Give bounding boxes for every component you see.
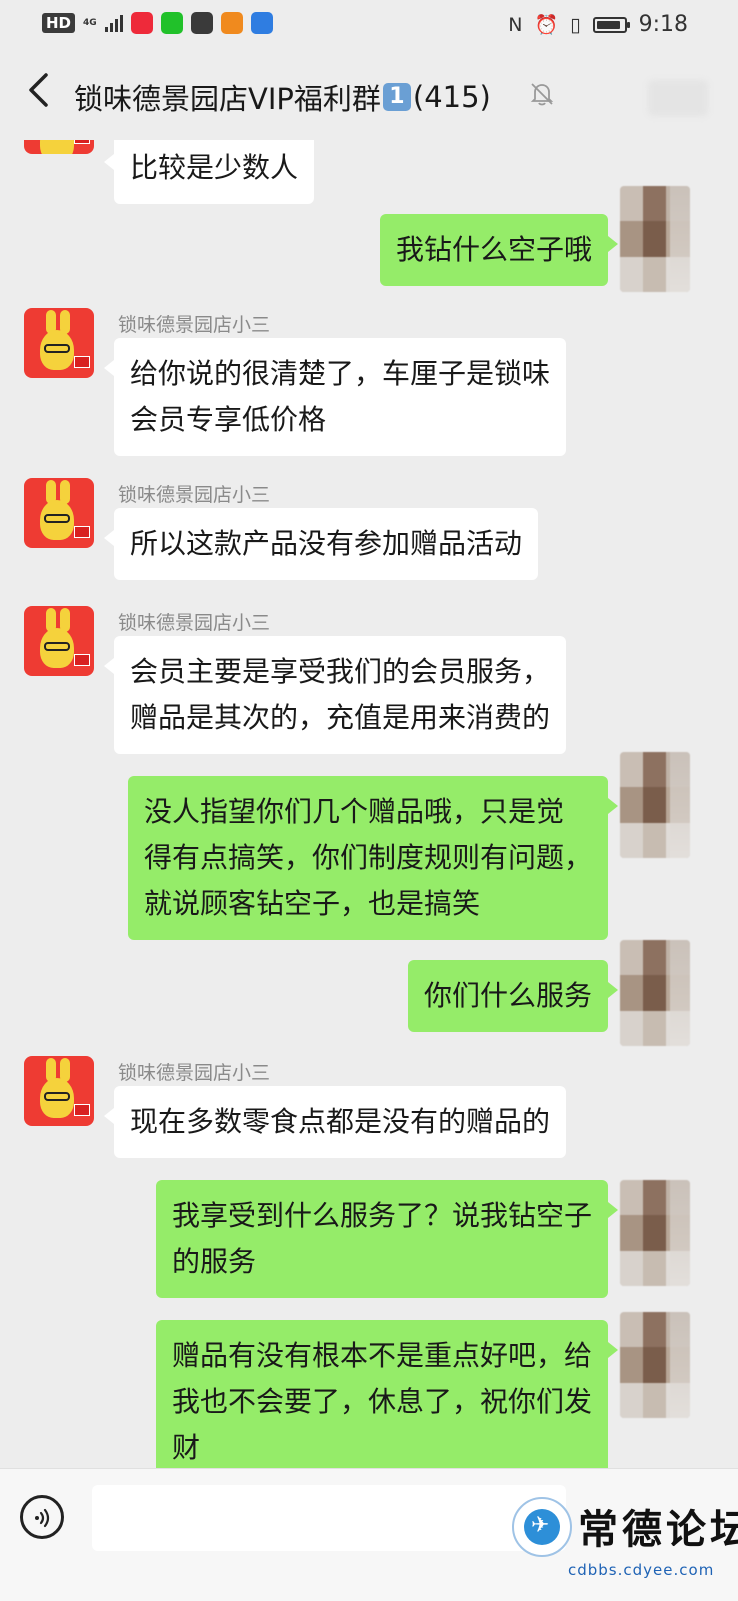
voice-button[interactable] <box>20 1495 64 1539</box>
more-button-blurred[interactable] <box>648 80 708 116</box>
message-line: 我也不会要了，休息了，祝你们发 <box>171 1385 592 1418</box>
watermark-url: cdbbs.cdyee.com <box>568 1561 715 1579</box>
sender-name: 锁味德景园店小三 <box>118 314 271 336</box>
alarm-icon: ⏰ <box>534 14 559 36</box>
message-line: 我享受到什么服务了？说我钻空子 <box>171 1199 592 1232</box>
message-line: 你们什么服务 <box>423 979 592 1012</box>
input-bar: 常德论坛 cdbbs.cdyee.com <box>0 1468 738 1601</box>
message-line: 的服务 <box>171 1245 256 1278</box>
message-line: 财 <box>171 1431 200 1464</box>
avatar[interactable] <box>24 308 94 378</box>
nfc-icon: N <box>508 13 523 36</box>
status-bar: HD 4G N ⏰ ▯ 9:18 <box>0 0 738 50</box>
self-avatar[interactable] <box>620 752 690 858</box>
app-notification-icon-0 <box>130 12 153 34</box>
mute-bell-icon <box>530 83 554 106</box>
member-count: (415) <box>412 80 491 114</box>
app-notification-icon-4 <box>250 12 273 34</box>
clock: 9:18 <box>638 12 688 37</box>
signal-icon <box>104 14 123 32</box>
message-incoming[interactable]: 给你说的很清楚了，车厘子是锁味 会员专享低价格 <box>103 338 567 456</box>
message-line: 现在多数零食点都是没有的赠品的 <box>130 1105 551 1138</box>
message-line: 我钻什么空子哦 <box>395 233 592 266</box>
chat-title[interactable]: 锁味德景园店VIP福利群 1 (415) <box>74 76 491 118</box>
avatar[interactable] <box>24 606 94 676</box>
message-line: 得有点搞笑，你们制度规则有问题， <box>143 841 592 874</box>
self-avatar[interactable] <box>620 186 690 292</box>
message-outgoing[interactable]: 我享受到什么服务了？说我钻空子 的服务 <box>155 1180 619 1298</box>
message-incoming[interactable]: 所以这款产品没有参加赠品活动 <box>103 508 539 580</box>
self-avatar[interactable] <box>620 1312 690 1418</box>
sender-name: 锁味德景园店小三 <box>118 612 271 634</box>
chat-area[interactable]: 比较是少数人 我钻什么空子哦 锁味德景园店小三 给你说的很清楚了，车厘子是锁味 … <box>0 140 738 1468</box>
message-line: 赠品有没有根本不是重点好吧，给 <box>171 1339 592 1372</box>
message-input[interactable] <box>92 1485 566 1551</box>
status-right: N ⏰ ▯ 9:18 <box>508 12 688 37</box>
back-button[interactable] <box>20 72 56 116</box>
message-line: 会员专享低价格 <box>130 403 327 436</box>
forum-watermark: 常德论坛 cdbbs.cdyee.com <box>512 1497 738 1587</box>
message-outgoing[interactable]: 我钻什么空子哦 <box>379 214 619 286</box>
avatar[interactable] <box>24 1056 94 1126</box>
message-outgoing[interactable]: 赠品有没有根本不是重点好吧，给 我也不会要了，休息了，祝你们发 财 <box>155 1320 619 1468</box>
vibrate-icon: ▯ <box>570 13 581 36</box>
message-line: 会员主要是享受我们的会员服务， <box>130 655 551 688</box>
group-name: 锁味德景园店VIP福利群 <box>74 82 381 116</box>
message-incoming[interactable]: 会员主要是享受我们的会员服务， 赠品是其次的，充值是用来消费的 <box>103 636 567 754</box>
status-left: HD 4G <box>42 12 273 34</box>
sender-name: 锁味德景园店小三 <box>118 484 271 506</box>
message-line: 给你说的很清楚了，车厘子是锁味 <box>130 357 551 390</box>
chat-header: 锁味德景园店VIP福利群 1 (415) <box>0 50 738 140</box>
watermark-title: 常德论坛 <box>578 1506 738 1553</box>
app-notification-icon-1 <box>160 12 183 34</box>
self-avatar[interactable] <box>620 940 690 1046</box>
sender-name: 锁味德景园店小三 <box>118 1062 271 1084</box>
message-line: 所以这款产品没有参加赠品活动 <box>130 527 523 560</box>
message-line: 没人指望你们几个赠品哦，只是觉 <box>143 795 564 828</box>
message-outgoing[interactable]: 你们什么服务 <box>407 960 619 1032</box>
message-outgoing[interactable]: 没人指望你们几个赠品哦，只是觉 得有点搞笑，你们制度规则有问题， 就说顾客钻空子… <box>127 776 619 940</box>
voice-icon <box>35 1508 50 1528</box>
message-incoming[interactable]: 比较是少数人 <box>103 140 315 204</box>
group-badge: 1 <box>382 83 411 111</box>
app-notification-icon-2 <box>190 12 213 34</box>
forum-logo-icon <box>512 1497 572 1557</box>
message-line: 比较是少数人 <box>130 151 299 184</box>
app-notification-icon-3 <box>220 12 243 34</box>
avatar[interactable] <box>24 140 94 154</box>
network-type: 4G <box>83 17 97 28</box>
message-line: 赠品是其次的，充值是用来消费的 <box>130 701 551 734</box>
message-line: 就说顾客钻空子，也是搞笑 <box>143 887 480 920</box>
hd-indicator: HD <box>42 13 76 33</box>
avatar[interactable] <box>24 478 94 548</box>
chevron-left-icon <box>29 73 48 107</box>
message-incoming[interactable]: 现在多数零食点都是没有的赠品的 <box>103 1086 567 1158</box>
battery-icon <box>592 16 630 33</box>
self-avatar[interactable] <box>620 1180 690 1286</box>
battery-fill <box>596 20 620 29</box>
